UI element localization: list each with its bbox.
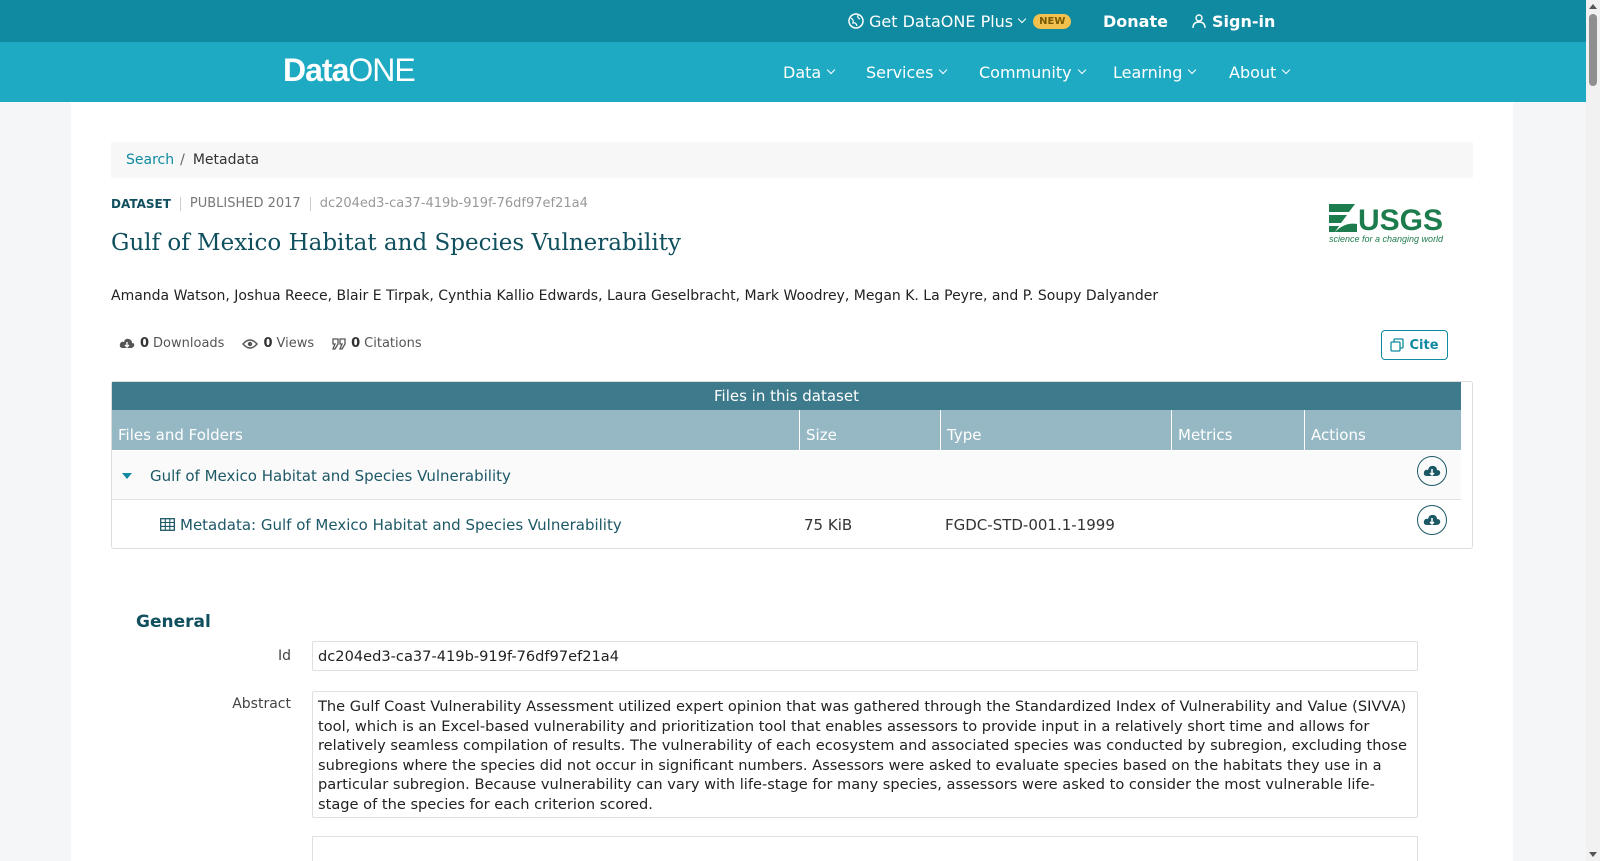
files-table-columns: Files and Folders Size Type Metrics Acti… <box>112 410 1461 450</box>
caret-down-icon[interactable] <box>122 472 132 479</box>
nav-community-label: Community <box>979 62 1072 82</box>
citations-stat: 0 Citations <box>332 336 422 351</box>
chevron-down-icon <box>1017 14 1027 24</box>
quote-icon <box>332 337 346 350</box>
downloads-label: Downloads <box>153 336 225 351</box>
chevron-down-icon <box>1282 65 1291 75</box>
sign-in-link[interactable]: Sign-in <box>1191 0 1275 42</box>
top-utility-bar: Get DataONE Plus NEW Donate Sign-in <box>0 0 1586 42</box>
nav-about-label: About <box>1229 62 1277 82</box>
get-plus-label: Get DataONE Plus <box>869 11 1014 31</box>
cloud-download-icon <box>1423 465 1441 477</box>
chevron-down-icon <box>939 65 948 75</box>
page-scrollbar[interactable] <box>1586 0 1600 861</box>
general-heading: General <box>136 612 211 632</box>
file-type: FGDC-STD-001.1-1999 <box>945 515 1115 534</box>
dataset-identifier: dc204ed3-ca37-419b-919f-76df97ef21a4 <box>319 196 588 211</box>
breadcrumb: Search / Metadata <box>111 142 1473 178</box>
cloud-download-icon <box>1423 514 1441 526</box>
column-size[interactable]: Size <box>799 410 940 450</box>
sign-in-label: Sign-in <box>1212 11 1276 31</box>
column-metrics: Metrics <box>1171 410 1304 450</box>
new-badge: NEW <box>1033 13 1072 29</box>
column-type[interactable]: Type <box>940 410 1171 450</box>
page-title: Gulf of Mexico Habitat and Species Vulne… <box>111 230 682 256</box>
views-count: 0 <box>263 336 273 351</box>
globe-icon <box>848 13 864 29</box>
chevron-down-icon <box>1188 65 1197 75</box>
nav-about[interactable]: About <box>1229 42 1291 102</box>
views-label: Views <box>276 336 315 351</box>
next-field-box <box>312 836 1418 861</box>
main-navbar: DataONE Data Services Community Learning… <box>0 42 1586 102</box>
usgs-logo-mark: USGS science for a changing world <box>1329 204 1444 244</box>
nav-learning-label: Learning <box>1113 62 1183 82</box>
content-card: Search / Metadata DATASET PUBLISHED 2017… <box>71 102 1513 861</box>
scroll-down-icon[interactable] <box>1589 852 1597 857</box>
nav-data-label: Data <box>783 62 822 82</box>
folder-name[interactable]: Gulf of Mexico Habitat and Species Vulne… <box>150 467 511 485</box>
table-row: Gulf of Mexico Habitat and Species Vulne… <box>112 451 1461 500</box>
abstract-label: Abstract <box>232 696 291 712</box>
meta-divider <box>309 196 311 211</box>
table-row: Metadata: Gulf of Mexico Habitat and Spe… <box>112 500 1461 549</box>
download-folder-button[interactable] <box>1417 456 1447 486</box>
scroll-up-icon[interactable] <box>1589 4 1597 9</box>
dataset-stats: 0 Downloads 0 Views 0 Citations <box>119 336 440 351</box>
dataset-meta-line: DATASET PUBLISHED 2017 dc204ed3-ca37-419… <box>111 196 588 211</box>
file-name-cell[interactable]: Metadata: Gulf of Mexico Habitat and Spe… <box>160 500 622 549</box>
cloud-download-icon <box>119 338 135 348</box>
eye-icon <box>242 338 259 349</box>
table-icon <box>160 518 175 531</box>
dataset-type: DATASET <box>111 196 171 211</box>
usgs-logo-text: USGS <box>1358 204 1443 237</box>
column-files-folders[interactable]: Files and Folders <box>112 410 799 450</box>
downloads-stat: 0 Downloads <box>119 336 224 351</box>
files-table-heading: Files in this dataset <box>112 382 1461 410</box>
chevron-down-icon <box>1077 65 1086 75</box>
nav-services[interactable]: Services <box>866 42 948 102</box>
citations-label: Citations <box>364 336 422 351</box>
id-label: Id <box>277 648 291 664</box>
usgs-logo: USGS science for a changing world <box>1327 198 1445 244</box>
chevron-down-icon <box>826 65 836 75</box>
published-year: PUBLISHED 2017 <box>189 196 301 211</box>
citations-count: 0 <box>351 336 361 351</box>
nav-services-label: Services <box>866 62 934 82</box>
copy-icon <box>1390 338 1405 352</box>
breadcrumb-current: Metadata <box>192 152 260 168</box>
cite-button[interactable]: Cite <box>1381 330 1448 360</box>
column-actions: Actions <box>1304 410 1461 450</box>
meta-divider <box>179 196 181 211</box>
donate-link[interactable]: Donate <box>1103 0 1168 42</box>
abstract-value: The Gulf Coast Vulnerability Assessment … <box>312 691 1418 818</box>
get-plus-link[interactable]: Get DataONE Plus NEW <box>847 0 1072 42</box>
nav-data[interactable]: Data <box>783 42 836 102</box>
scrollbar-thumb[interactable] <box>1589 14 1597 86</box>
nav-learning[interactable]: Learning <box>1113 42 1197 102</box>
cite-label: Cite <box>1409 337 1439 353</box>
files-table: Files in this dataset Files and Folders … <box>111 381 1473 549</box>
user-icon <box>1192 14 1206 29</box>
folder-toggle[interactable]: Gulf of Mexico Habitat and Species Vulne… <box>122 451 511 500</box>
views-stat: 0 Views <box>242 336 314 351</box>
file-size: 75 KiB <box>804 515 853 534</box>
file-name[interactable]: Metadata: Gulf of Mexico Habitat and Spe… <box>180 516 622 534</box>
authors-list: Amanda Watson, Joshua Reece, Blair E Tir… <box>111 288 1159 304</box>
nav-community[interactable]: Community <box>979 42 1086 102</box>
download-file-button[interactable] <box>1417 505 1447 535</box>
downloads-count: 0 <box>140 336 150 351</box>
breadcrumb-search-link[interactable]: Search <box>126 152 174 168</box>
usgs-tagline: science for a changing world <box>1329 234 1444 244</box>
id-value: dc204ed3-ca37-419b-919f-76df97ef21a4 <box>312 641 1418 671</box>
breadcrumb-separator: / <box>180 152 185 168</box>
